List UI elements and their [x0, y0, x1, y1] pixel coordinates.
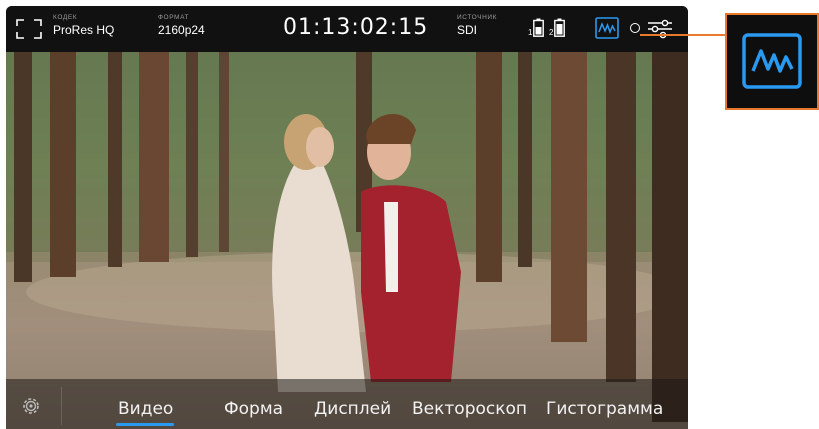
active-tab-indicator: [116, 423, 174, 426]
battery-2-number: 2: [549, 28, 554, 37]
timecode: 01:13:02:15: [283, 15, 429, 40]
gear-icon[interactable]: [20, 395, 42, 417]
codec-caption: КОДЕК: [53, 14, 78, 21]
source-value: SDI: [457, 23, 478, 37]
battery-slot-1: 1: [528, 18, 545, 37]
waveform-icon: [742, 33, 802, 89]
callout-line: [640, 34, 726, 36]
source-info[interactable]: ИСТОЧНИК SDI: [457, 14, 497, 38]
tab-waveform[interactable]: Форма: [224, 399, 283, 419]
callout-zoom-box: [725, 13, 819, 110]
tab-video[interactable]: Видео: [118, 399, 173, 419]
video-preview: [6, 52, 688, 429]
forest-scene-image: [6, 52, 688, 429]
callout-marker: [630, 23, 640, 33]
sliders-icon[interactable]: [646, 18, 674, 40]
waveform-icon[interactable]: [595, 17, 619, 39]
source-caption: ИСТОЧНИК: [457, 14, 498, 21]
monitor-screen: КОДЕК ProRes HQ ФОРМАТ 2160p24 01:13:02:…: [6, 6, 688, 429]
tab-histogram[interactable]: Гистограмма: [546, 399, 663, 419]
format-info[interactable]: ФОРМАТ 2160p24: [158, 14, 205, 38]
battery-icon: [533, 18, 545, 37]
status-bar: КОДЕК ProRes HQ ФОРМАТ 2160p24 01:13:02:…: [6, 6, 688, 52]
codec-info[interactable]: КОДЕК ProRes HQ: [53, 14, 114, 38]
battery-slot-2: 2: [549, 18, 566, 37]
fullscreen-icon[interactable]: [16, 19, 42, 39]
codec-value: ProRes HQ: [53, 23, 115, 37]
tab-vectorscope[interactable]: Вектороскоп: [412, 399, 527, 419]
battery-icon: [554, 18, 566, 37]
battery-1-number: 1: [528, 28, 533, 37]
divider: [61, 387, 62, 425]
tab-bar: Видео Форма Дисплей Вектороскоп Гистогра…: [6, 379, 688, 429]
format-value: 2160p24: [158, 23, 205, 37]
tab-display[interactable]: Дисплей: [314, 399, 391, 419]
format-caption: ФОРМАТ: [158, 14, 190, 21]
